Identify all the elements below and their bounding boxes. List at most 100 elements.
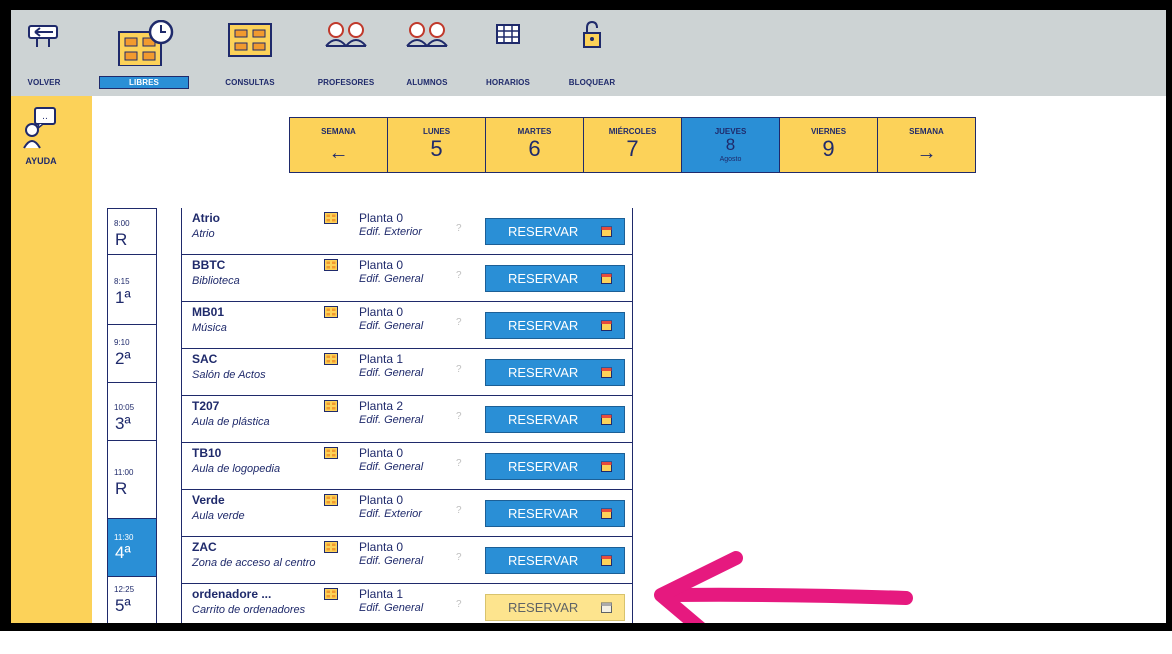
calendar-icon — [601, 414, 612, 425]
room-floor: Planta 0 — [359, 258, 404, 272]
room-layout-icon[interactable] — [324, 353, 338, 365]
room-building: Edif. Exterior — [359, 226, 422, 238]
toolbar-label: ALUMNOS — [406, 78, 448, 87]
students-icon — [406, 22, 448, 47]
reserve-button[interactable]: RESERVAR — [485, 406, 625, 433]
day-number: 9 — [822, 136, 835, 161]
room-layout-icon[interactable] — [324, 541, 338, 553]
toolbar-schedules-button[interactable]: HORARIOS — [477, 16, 539, 94]
room-name: Aula de plástica — [192, 416, 270, 428]
room-info-button[interactable]: ? — [456, 505, 462, 516]
day-wednesday[interactable]: MIÉRCOLES 7 — [584, 118, 682, 172]
svg-text:..: .. — [42, 112, 48, 122]
app-screen: VOLVER LIBRES CONSULTAS PROFESORES ALUMN… — [11, 10, 1166, 623]
period-item[interactable]: 11:00 R — [107, 440, 157, 519]
padlock-icon — [583, 20, 601, 48]
reserve-button[interactable]: RESERVAR — [485, 547, 625, 574]
day-selector: SEMANA ← LUNES 5 MARTES 6 MIÉRCOLES 7 JU… — [289, 117, 976, 173]
toolbar-lock-button[interactable]: BLOQUEAR — [564, 16, 620, 94]
room-layout-icon[interactable] — [324, 306, 338, 318]
reserve-button[interactable]: RESERVAR — [485, 312, 625, 339]
room-layout-icon[interactable] — [324, 400, 338, 412]
period-item[interactable]: 8:00 R — [107, 208, 157, 255]
toolbar-free-button[interactable]: LIBRES — [99, 16, 189, 94]
day-name: MIÉRCOLES — [608, 127, 657, 136]
room-floor: Planta 2 — [359, 399, 404, 413]
left-sidebar: .. AYUDA — [11, 96, 92, 623]
pink-arrow-annotation-icon — [654, 551, 913, 623]
period-item-selected[interactable]: 11:30 4ª — [107, 518, 157, 577]
back-sign-icon — [28, 25, 58, 47]
room-code: ZAC — [192, 540, 217, 554]
room-info-button[interactable]: ? — [456, 223, 462, 234]
reserve-label: RESERVAR — [508, 553, 579, 568]
reserve-button[interactable]: RESERVAR — [485, 453, 625, 480]
left-arrow-icon: ← — [328, 142, 349, 164]
room-code: MB01 — [192, 305, 225, 319]
room-layout-icon[interactable] — [324, 588, 338, 600]
reserve-label: RESERVAR — [508, 459, 579, 474]
period-time: 11:00 — [114, 468, 134, 477]
reserve-button[interactable]: RESERVAR — [485, 500, 625, 527]
room-name: Biblioteca — [192, 275, 240, 287]
calendar-icon — [601, 508, 612, 519]
calendar-icon — [601, 602, 612, 613]
frame-border-top — [0, 0, 1172, 10]
room-info-button[interactable]: ? — [456, 599, 462, 610]
room-building: Edif. General — [359, 414, 424, 426]
period-item[interactable]: 10:05 3ª — [107, 382, 157, 441]
calendar-icon — [601, 367, 612, 378]
room-info-button[interactable]: ? — [456, 317, 462, 328]
period-list: 8:00 R 8:15 1ª 9:10 2ª 10:05 3ª 11:00 R … — [107, 208, 157, 623]
reserve-label: RESERVAR — [508, 600, 579, 615]
room-building: Edif. Exterior — [359, 508, 422, 520]
room-info-button[interactable]: ? — [456, 458, 462, 469]
help-button[interactable]: .. AYUDA — [11, 102, 92, 166]
toolbar-back-button[interactable]: VOLVER — [15, 16, 73, 94]
day-tuesday[interactable]: MARTES 6 — [486, 118, 584, 172]
period-label: 5ª — [115, 596, 131, 615]
help-label: AYUDA — [25, 156, 57, 166]
period-item[interactable]: 12:25 5ª — [107, 576, 157, 623]
frame-border-left — [0, 0, 11, 631]
period-item[interactable]: 8:15 1ª — [107, 254, 157, 325]
month-label: Agosto — [719, 156, 742, 163]
room-code: BBTC — [192, 258, 226, 272]
reserve-label: RESERVAR — [508, 318, 579, 333]
room-layout-icon[interactable] — [324, 259, 338, 271]
day-name: MARTES — [517, 127, 552, 136]
room-info-button[interactable]: ? — [456, 270, 462, 281]
prev-week-button[interactable]: SEMANA ← — [290, 118, 388, 172]
room-layout-icon[interactable] — [324, 494, 338, 506]
toolbar-label: HORARIOS — [486, 78, 530, 87]
room-row: TB10 Aula de logopedia Planta 0 Edif. Ge… — [182, 443, 632, 490]
room-row: MB01 Música Planta 0 Edif. General ? RES… — [182, 302, 632, 349]
room-info-button[interactable]: ? — [456, 411, 462, 422]
room-row: SAC Salón de Actos Planta 1 Edif. Genera… — [182, 349, 632, 396]
next-week-button[interactable]: SEMANA → — [878, 118, 975, 172]
room-layout-icon[interactable] — [324, 212, 338, 224]
reserve-button[interactable]: RESERVAR — [485, 265, 625, 292]
period-item[interactable]: 9:10 2ª — [107, 324, 157, 383]
room-name: Carrito de ordenadores — [192, 604, 306, 616]
room-floor: Planta 0 — [359, 493, 404, 507]
day-thursday[interactable]: JUEVES 8 Agosto — [682, 118, 780, 172]
period-time: 11:30 — [114, 533, 134, 542]
room-info-button[interactable]: ? — [456, 552, 462, 563]
day-friday[interactable]: VIERNES 9 — [780, 118, 878, 172]
period-time: 10:05 — [114, 403, 135, 412]
room-layout-icon[interactable] — [324, 447, 338, 459]
room-info-button[interactable]: ? — [456, 364, 462, 375]
room-code: Verde — [192, 493, 225, 507]
reserve-button-highlighted[interactable]: RESERVAR — [485, 594, 625, 621]
period-label: 1ª — [115, 288, 131, 307]
toolbar-teachers-button[interactable]: PROFESORES — [311, 16, 381, 94]
period-time: 12:25 — [114, 585, 135, 594]
toolbar-consultations-button[interactable]: CONSULTAS — [216, 16, 284, 94]
reserve-button[interactable]: RESERVAR — [485, 218, 625, 245]
toolbar-students-button[interactable]: ALUMNOS — [396, 16, 458, 94]
room-code: Atrio — [192, 211, 220, 225]
room-building: Edif. General — [359, 367, 424, 379]
day-monday[interactable]: LUNES 5 — [388, 118, 486, 172]
reserve-button[interactable]: RESERVAR — [485, 359, 625, 386]
